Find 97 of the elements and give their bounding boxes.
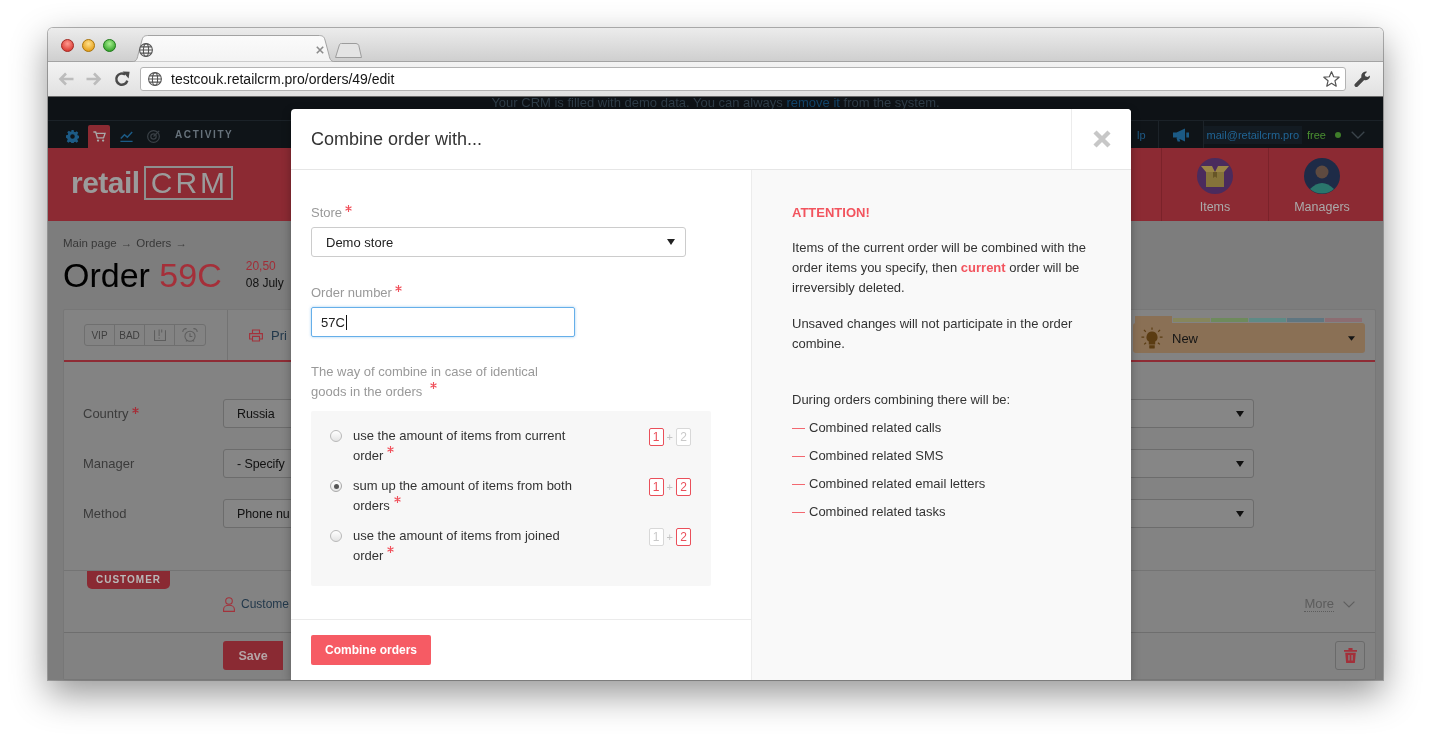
list-item: Combined related calls: [809, 419, 942, 437]
customer-link[interactable]: Custome: [241, 597, 290, 611]
radio-button[interactable]: [330, 530, 342, 542]
minimize-window-button[interactable]: [82, 39, 95, 52]
text-field[interactable]: 57C: [311, 307, 575, 337]
status-color-segment[interactable]: [1173, 318, 1210, 322]
list-item: Combined related SMS: [809, 447, 944, 465]
user-email[interactable]: mail@retailcrm.pro: [1203, 125, 1303, 144]
close-window-button[interactable]: [61, 39, 74, 52]
avatar-icon: [1304, 158, 1340, 194]
nav-link[interactable]: lp: [1137, 128, 1146, 141]
section-tag: CUSTOMER: [87, 571, 171, 589]
field-label: Order number: [311, 284, 392, 302]
save-button[interactable]: Save: [223, 641, 283, 670]
megaphone-icon[interactable]: [1172, 127, 1189, 142]
radio-button[interactable]: [330, 430, 342, 442]
option-label[interactable]: use the amount of items from current order: [353, 426, 585, 466]
close-icon[interactable]: [316, 45, 324, 54]
list-dash: —: [792, 475, 805, 493]
number-badge: 2: [676, 478, 691, 496]
status-color-segment[interactable]: [1249, 318, 1286, 322]
option-label[interactable]: sum up the amount of items from both orders: [353, 476, 585, 516]
printer-icon: [249, 328, 263, 342]
modal-title: Combine order with...: [311, 128, 483, 150]
order-total: 20,50: [245, 258, 276, 275]
new-tab-button[interactable]: [335, 43, 362, 58]
reload-icon[interactable]: [114, 71, 130, 87]
gear-icon: [65, 130, 79, 143]
info-paragraph: During orders combining there will be:: [792, 391, 1012, 409]
number-badge: 1: [648, 428, 664, 446]
breadcrumb-separator: →: [175, 236, 187, 250]
plus-sign: +: [666, 431, 673, 443]
field-label: Method: [83, 505, 127, 522]
chevron-down-icon[interactable]: [1343, 600, 1355, 608]
plus-sign: +: [666, 481, 673, 493]
combine-button[interactable]: Combine orders: [311, 635, 431, 665]
status-color-segment[interactable]: [1135, 316, 1172, 323]
target-icon: [146, 130, 160, 143]
status-color-segment[interactable]: [1287, 318, 1324, 322]
list-dash: —: [792, 503, 805, 521]
warning-heading: ATTENTION!: [792, 204, 871, 222]
plan-label: free: [1307, 128, 1326, 141]
number-badge: 1: [648, 478, 664, 496]
lightbulb-icon: [1141, 327, 1163, 349]
select-field[interactable]: Demo store: [311, 227, 686, 257]
header-link[interactable]: Items: [1161, 148, 1268, 221]
status-color-segment[interactable]: [1211, 318, 1248, 322]
chart-icon: [119, 130, 133, 143]
maximize-window-button[interactable]: [103, 39, 116, 52]
caret-icon: [667, 239, 675, 245]
print-button[interactable]: Pri: [249, 327, 287, 343]
status-dropdown[interactable]: New: [1133, 323, 1365, 353]
chevron-down-icon[interactable]: [1351, 130, 1365, 139]
list-item: Combined related email letters: [809, 475, 986, 493]
field-label: Country: [83, 405, 129, 422]
close-button[interactable]: [1071, 109, 1131, 169]
list-dash: —: [792, 419, 805, 437]
globe-icon: [148, 72, 162, 86]
nav-link[interactable]: ACTIVITY: [175, 129, 234, 140]
info-paragraph: Items of the current order will be combined with the order items you specify, then current order will be irreversibly deleted.: [792, 239, 1088, 297]
trash-icon: [1343, 648, 1357, 663]
order-title: Order 59C: [63, 256, 222, 294]
list-item: Combined related tasks: [809, 503, 946, 521]
number-badge: 2: [676, 528, 691, 546]
caret-icon: [1236, 460, 1244, 467]
caret-icon: [1236, 510, 1244, 517]
field-label: Store: [311, 204, 343, 222]
cart-icon: [92, 130, 106, 143]
star-icon[interactable]: [1323, 71, 1340, 87]
breadcrumb-link[interactable]: Main page: [63, 236, 117, 250]
nav-tab[interactable]: [88, 125, 110, 148]
wrench-icon[interactable]: [1354, 70, 1371, 88]
box-icon: [1197, 158, 1233, 194]
breadcrumb-separator: →: [120, 236, 133, 250]
address-bar[interactable]: testcouk.retailcrm.pro/orders/49/edit: [140, 67, 1346, 91]
tag-button[interactable]: VIP: [85, 325, 115, 345]
caret-icon: [1236, 410, 1244, 417]
plus-sign: +: [666, 531, 673, 543]
tag-button[interactable]: BAD: [115, 325, 145, 345]
person-icon: [223, 596, 235, 612]
status-color-segment[interactable]: [1325, 318, 1362, 322]
close-icon: [1091, 129, 1112, 149]
info-paragraph: Unsaved changes will not participate in the order combine.: [792, 315, 1074, 353]
delete-button[interactable]: [1335, 641, 1365, 670]
list-dash: —: [792, 447, 805, 465]
globe-icon: [139, 42, 153, 57]
order-date: 08 July: [245, 275, 284, 292]
option-label[interactable]: use the amount of items from joined order: [353, 526, 585, 566]
remove-link[interactable]: remove it: [786, 97, 840, 110]
caret-icon: [1348, 335, 1355, 341]
field-label: Manager: [83, 455, 135, 472]
field-label: The way of combine in case of identical goods in the orders: [311, 364, 538, 399]
breadcrumb-link[interactable]: Orders: [136, 236, 172, 250]
alarm-clock-icon: [182, 328, 198, 342]
header-link[interactable]: Managers: [1268, 148, 1375, 221]
radio-button[interactable]: [330, 480, 342, 492]
exclamation-icon: [153, 329, 166, 341]
